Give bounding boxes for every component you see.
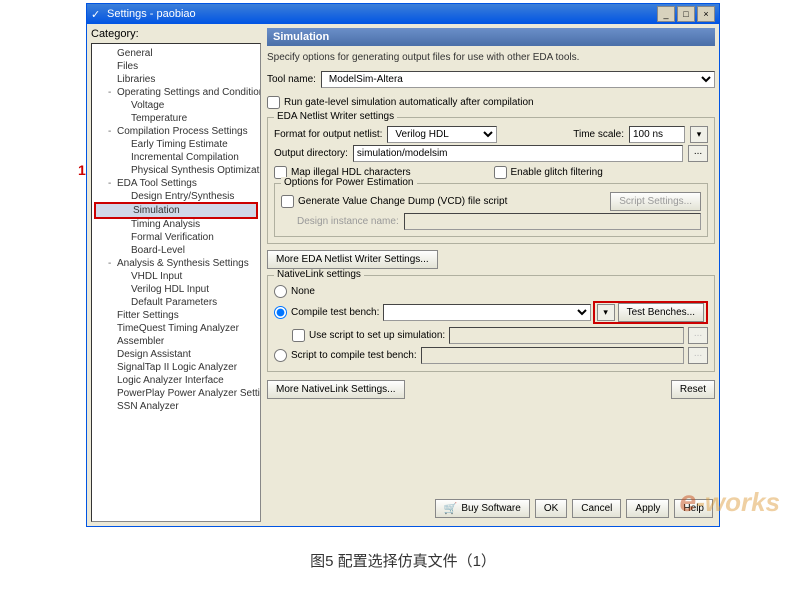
none-radio[interactable] (274, 285, 287, 298)
run-gate-label: Run gate-level simulation automatically … (284, 97, 534, 108)
timescale-label: Time scale: (573, 129, 624, 140)
format-select[interactable]: Verilog HDL (387, 126, 497, 143)
design-instance-label: Design instance name: (281, 216, 399, 227)
reset-button[interactable]: Reset (671, 380, 715, 399)
tree-item[interactable]: Early Timing Estimate (94, 138, 258, 151)
more-native-button[interactable]: More NativeLink Settings... (267, 380, 405, 399)
tree-item[interactable]: -Compilation Process Settings (94, 125, 258, 138)
vcd-checkbox[interactable] (281, 195, 294, 208)
outdir-label: Output directory: (274, 148, 348, 159)
glitch-checkbox[interactable] (494, 166, 507, 179)
glitch-label: Enable glitch filtering (511, 167, 603, 178)
tree-item[interactable]: Fitter Settings (94, 309, 258, 322)
tree-item[interactable]: SSN Analyzer (94, 400, 258, 413)
panel-title: Simulation (267, 28, 715, 46)
script-compile-browse: ... (688, 347, 708, 364)
cancel-button[interactable]: Cancel (572, 499, 621, 518)
tree-item[interactable]: Formal Verification (94, 231, 258, 244)
tree-item[interactable]: Logic Analyzer Interface (94, 374, 258, 387)
tree-item[interactable]: Files (94, 60, 258, 73)
app-icon: ✓ (91, 8, 103, 20)
tree-item[interactable]: Physical Synthesis Optimizations (94, 164, 258, 177)
window-title: Settings - paobiao (107, 8, 196, 20)
tree-item[interactable]: PowerPlay Power Analyzer Settings (94, 387, 258, 400)
tree-item[interactable]: Incremental Compilation (94, 151, 258, 164)
tree-item[interactable]: Simulation (94, 202, 258, 219)
outdir-input[interactable] (353, 145, 683, 162)
tool-name-select[interactable]: ModelSim-Altera (321, 71, 715, 88)
tree-item[interactable]: -EDA Tool Settings (94, 177, 258, 190)
vcd-label: Generate Value Change Dump (VCD) file sc… (298, 196, 507, 207)
use-script-input (449, 327, 684, 344)
category-tree[interactable]: GeneralFilesLibraries-Operating Settings… (91, 43, 261, 522)
minimize-button[interactable]: _ (657, 6, 675, 22)
use-script-label: Use script to set up simulation: (309, 330, 445, 341)
maximize-button[interactable]: □ (677, 6, 695, 22)
tree-item[interactable]: TimeQuest Timing Analyzer (94, 322, 258, 335)
test-benches-button[interactable]: Test Benches... (618, 303, 704, 322)
panel-description: Specify options for generating output fi… (267, 50, 715, 65)
apply-button[interactable]: Apply (626, 499, 669, 518)
timescale-dropdown[interactable]: ▾ (690, 126, 708, 143)
compile-tb-label: Compile test bench: (291, 307, 379, 318)
timescale-input[interactable] (629, 126, 685, 143)
tree-item[interactable]: Temperature (94, 112, 258, 125)
settings-window: ✓ Settings - paobiao _ □ × Category: Gen… (86, 3, 720, 527)
run-gate-checkbox[interactable] (267, 96, 280, 109)
eda-netlist-group: EDA Netlist Writer settings Format for o… (267, 117, 715, 244)
nativelink-group: NativeLink settings None Compile test be… (267, 275, 715, 372)
tree-item[interactable]: Libraries (94, 73, 258, 86)
format-label: Format for output netlist: (274, 129, 382, 140)
tree-item[interactable]: Timing Analysis (94, 218, 258, 231)
script-compile-input (421, 347, 684, 364)
outdir-browse[interactable]: ... (688, 145, 708, 162)
script-settings-button: Script Settings... (610, 192, 701, 211)
tree-item[interactable]: Design Assistant (94, 348, 258, 361)
tree-item[interactable]: Voltage (94, 99, 258, 112)
tool-name-label: Tool name: (267, 74, 316, 85)
help-button[interactable]: Help (674, 499, 713, 518)
power-group-title: Options for Power Estimation (281, 177, 417, 188)
tree-item[interactable]: General (94, 47, 258, 60)
cart-icon: 🛒 (444, 502, 458, 515)
compile-tb-dropdown[interactable]: ▾ (597, 304, 615, 321)
tree-item[interactable]: SignalTap II Logic Analyzer (94, 361, 258, 374)
script-compile-radio[interactable] (274, 349, 287, 362)
more-eda-button[interactable]: More EDA Netlist Writer Settings... (267, 250, 438, 269)
category-label: Category: (91, 28, 261, 40)
buy-button[interactable]: 🛒Buy Software (435, 499, 530, 518)
titlebar[interactable]: ✓ Settings - paobiao _ □ × (87, 4, 719, 24)
use-script-checkbox[interactable] (292, 329, 305, 342)
tree-item[interactable]: Default Parameters (94, 296, 258, 309)
nativelink-title: NativeLink settings (274, 269, 364, 280)
power-group: Options for Power Estimation Generate Va… (274, 183, 708, 237)
tree-item[interactable]: VHDL Input (94, 270, 258, 283)
compile-tb-radio[interactable] (274, 306, 287, 319)
tree-item[interactable]: Board-Level (94, 244, 258, 257)
tree-item[interactable]: -Operating Settings and Conditions (94, 86, 258, 99)
none-label: None (291, 286, 315, 297)
script-compile-label: Script to compile test bench: (291, 350, 417, 361)
ok-button[interactable]: OK (535, 499, 567, 518)
close-button[interactable]: × (697, 6, 715, 22)
design-instance-input (404, 213, 701, 230)
tree-item[interactable]: Assembler (94, 335, 258, 348)
tree-item[interactable]: Verilog HDL Input (94, 283, 258, 296)
use-script-browse: ... (688, 327, 708, 344)
figure-caption: 图5 配置选择仿真文件（1） (0, 550, 806, 571)
compile-tb-select[interactable] (383, 304, 590, 321)
eda-group-title: EDA Netlist Writer settings (274, 111, 397, 122)
tree-item[interactable]: -Analysis & Synthesis Settings (94, 257, 258, 270)
